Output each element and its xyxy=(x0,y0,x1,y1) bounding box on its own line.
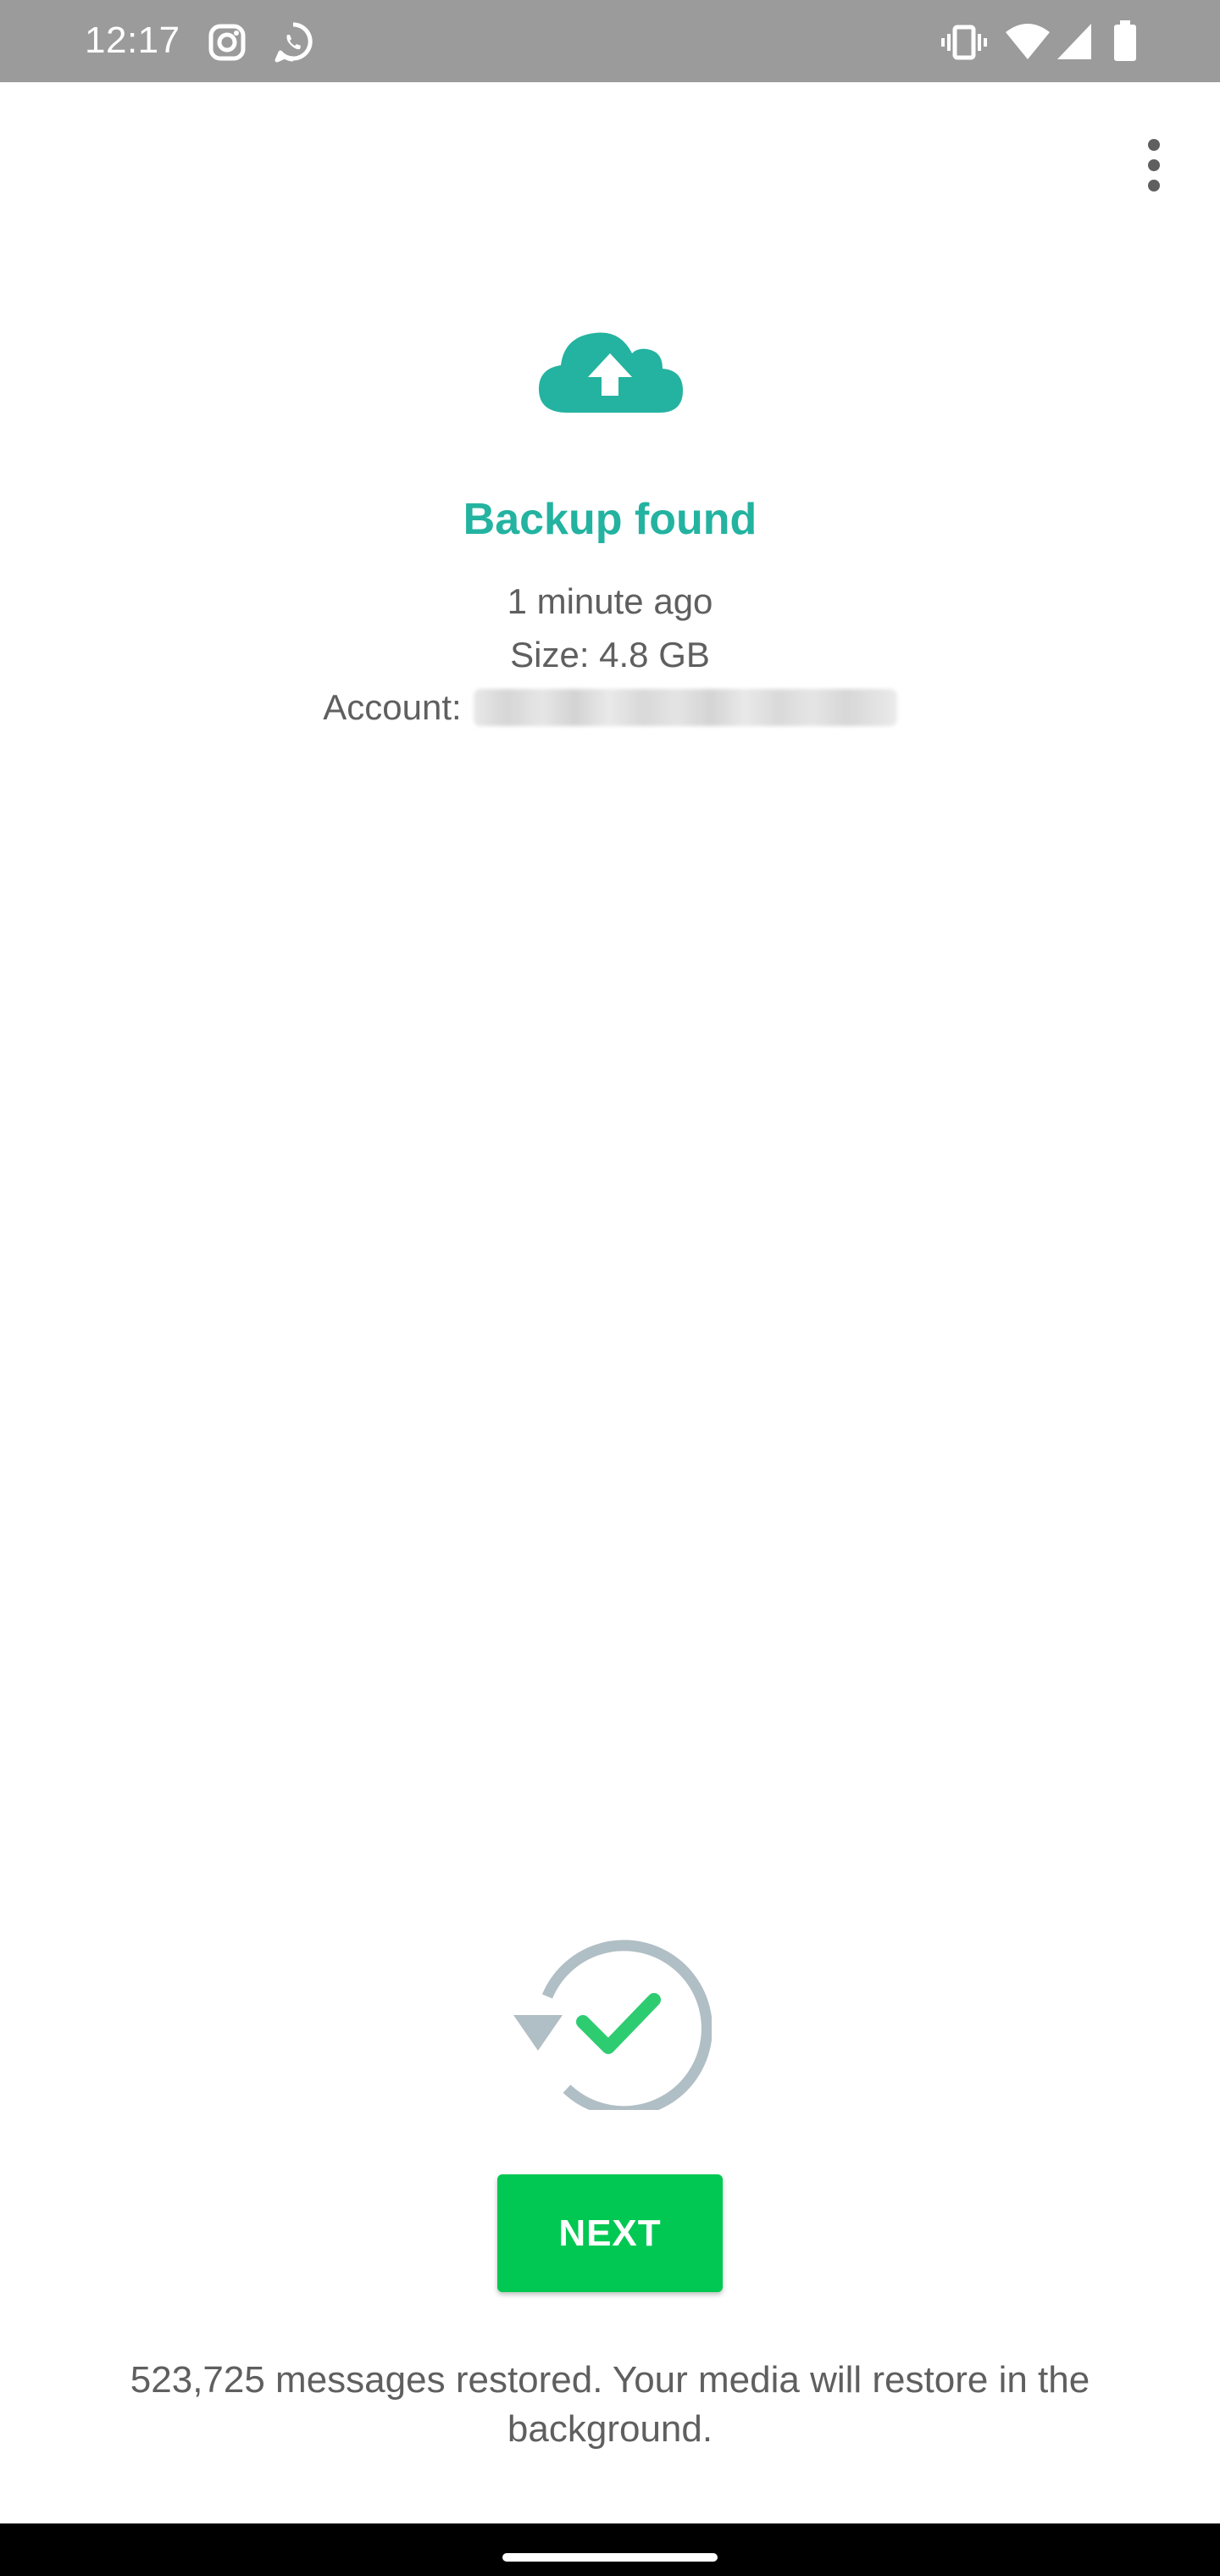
status-time: 12:17 xyxy=(85,19,180,61)
status-bar: 12:17 xyxy=(0,0,1220,82)
whatsapp-icon xyxy=(271,20,315,64)
instagram-icon xyxy=(207,22,247,63)
backup-title: Backup found xyxy=(463,495,757,544)
navigation-bar xyxy=(0,2523,1220,2576)
vibrate-icon xyxy=(940,22,988,63)
restore-status-message: 523,725 messages restored. Your media wi… xyxy=(130,2359,1090,2450)
signal-icon xyxy=(1056,22,1093,61)
home-gesture-handle[interactable] xyxy=(502,2553,718,2562)
account-email-redacted xyxy=(473,689,897,726)
next-button[interactable]: NEXT xyxy=(497,2174,723,2292)
overflow-menu-button[interactable] xyxy=(1127,127,1181,203)
backup-time-ago: 1 minute ago xyxy=(507,581,713,621)
cloud-upload-icon xyxy=(534,318,686,419)
wifi-icon xyxy=(1004,22,1051,61)
account-label: Account: xyxy=(323,687,462,727)
backup-account: Account: xyxy=(0,684,1220,731)
backup-size: Size: 4.8 GB xyxy=(510,635,710,675)
restore-complete-icon xyxy=(508,1932,713,2118)
battery-icon xyxy=(1112,19,1139,63)
more-vert-icon xyxy=(1148,139,1160,192)
